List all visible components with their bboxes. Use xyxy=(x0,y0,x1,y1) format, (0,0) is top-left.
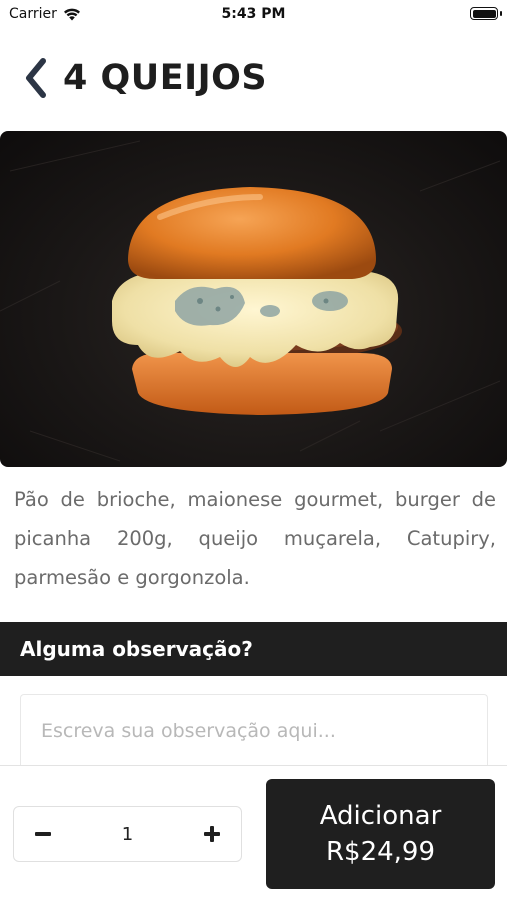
observation-input[interactable] xyxy=(20,694,488,766)
burger-illustration xyxy=(0,140,501,462)
product-image xyxy=(0,131,507,467)
status-bar: Carrier 5:43 PM xyxy=(0,0,507,30)
page-header: 4 QUEIJOS xyxy=(0,50,507,106)
observation-title: Alguma observação? xyxy=(20,637,253,661)
quantity-stepper: 1 xyxy=(13,806,242,862)
minus-icon xyxy=(35,832,51,836)
decrease-button[interactable] xyxy=(32,823,54,845)
battery-tip xyxy=(500,11,502,16)
status-time: 5:43 PM xyxy=(221,6,286,22)
battery-icon xyxy=(470,7,498,20)
observation-header: Alguma observação? xyxy=(0,622,507,676)
quantity-value: 1 xyxy=(121,823,134,845)
add-to-cart-button[interactable]: Adicionar R$24,99 xyxy=(266,779,495,889)
page-title: 4 QUEIJOS xyxy=(63,58,268,98)
back-button[interactable] xyxy=(19,56,53,100)
add-button-label: Adicionar xyxy=(319,801,442,831)
chevron-left-icon xyxy=(26,58,46,98)
add-button-price: R$24,99 xyxy=(325,837,436,867)
increase-button[interactable] xyxy=(201,823,223,845)
bottom-action-bar: 1 Adicionar R$24,99 xyxy=(0,765,507,900)
plus-icon xyxy=(203,826,220,842)
product-description: Pão de brioche, maionese gourmet, burger… xyxy=(14,488,496,589)
